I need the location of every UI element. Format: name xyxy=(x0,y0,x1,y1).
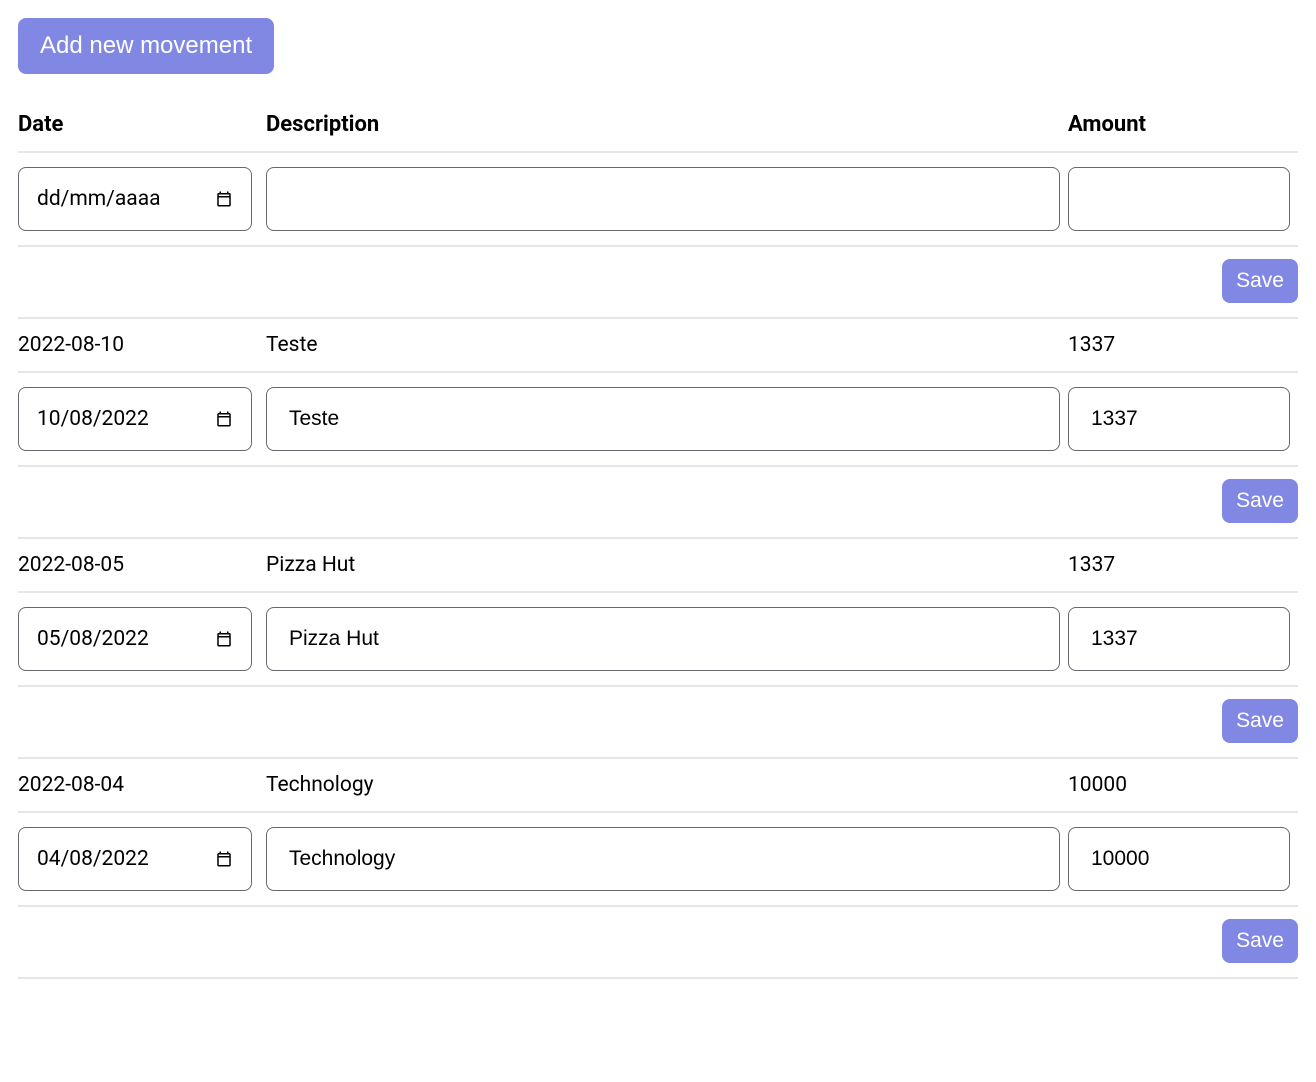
table-row: Save xyxy=(18,906,1298,978)
header-date: Date xyxy=(18,102,266,152)
description-input[interactable] xyxy=(266,387,1060,451)
cell-amount: 10000 xyxy=(1068,758,1298,812)
date-input-text: 05/08/2022 xyxy=(37,627,215,651)
calendar-icon[interactable] xyxy=(215,630,233,648)
cell-date: 2022-08-04 xyxy=(18,758,266,812)
table-row: dd/mm/aaaa xyxy=(18,152,1298,246)
save-button[interactable]: Save xyxy=(1222,919,1298,963)
add-movement-button[interactable]: Add new movement xyxy=(18,18,274,74)
table-row: Save xyxy=(18,466,1298,538)
cell-amount: 1337 xyxy=(1068,538,1298,592)
calendar-icon[interactable] xyxy=(215,850,233,868)
amount-input[interactable] xyxy=(1068,387,1290,451)
description-input[interactable] xyxy=(266,167,1060,231)
header-amount: Amount xyxy=(1068,102,1298,152)
table-row: 05/08/2022 xyxy=(18,592,1298,686)
amount-input[interactable] xyxy=(1068,607,1290,671)
table-row: 2022-08-05Pizza Hut1337 xyxy=(18,538,1298,592)
table-row: 10/08/2022 xyxy=(18,372,1298,466)
amount-input[interactable] xyxy=(1068,827,1290,891)
cell-date: 2022-08-05 xyxy=(18,538,266,592)
header-description: Description xyxy=(266,102,1068,152)
cell-amount: 1337 xyxy=(1068,318,1298,372)
description-input[interactable] xyxy=(266,827,1060,891)
table-row: Save xyxy=(18,246,1298,318)
calendar-icon[interactable] xyxy=(215,190,233,208)
movements-table: Date Description Amount dd/mm/aaaa Save 20… xyxy=(18,102,1298,979)
cell-description: Technology xyxy=(266,758,1068,812)
table-row: 2022-08-04Technology10000 xyxy=(18,758,1298,812)
calendar-icon[interactable] xyxy=(215,410,233,428)
table-row: 2022-08-10Teste1337 xyxy=(18,318,1298,372)
table-row: 04/08/2022 xyxy=(18,812,1298,906)
cell-description: Teste xyxy=(266,318,1068,372)
date-input[interactable]: 04/08/2022 xyxy=(18,827,252,891)
save-button[interactable]: Save xyxy=(1222,259,1298,303)
date-input-text: dd/mm/aaaa xyxy=(37,187,215,211)
description-input[interactable] xyxy=(266,607,1060,671)
amount-input[interactable] xyxy=(1068,167,1290,231)
date-input-text: 10/08/2022 xyxy=(37,407,215,431)
cell-date: 2022-08-10 xyxy=(18,318,266,372)
table-row: Save xyxy=(18,686,1298,758)
cell-description: Pizza Hut xyxy=(266,538,1068,592)
date-input[interactable]: 05/08/2022 xyxy=(18,607,252,671)
date-input-text: 04/08/2022 xyxy=(37,847,215,871)
save-button[interactable]: Save xyxy=(1222,479,1298,523)
date-input[interactable]: dd/mm/aaaa xyxy=(18,167,252,231)
date-input[interactable]: 10/08/2022 xyxy=(18,387,252,451)
save-button[interactable]: Save xyxy=(1222,699,1298,743)
